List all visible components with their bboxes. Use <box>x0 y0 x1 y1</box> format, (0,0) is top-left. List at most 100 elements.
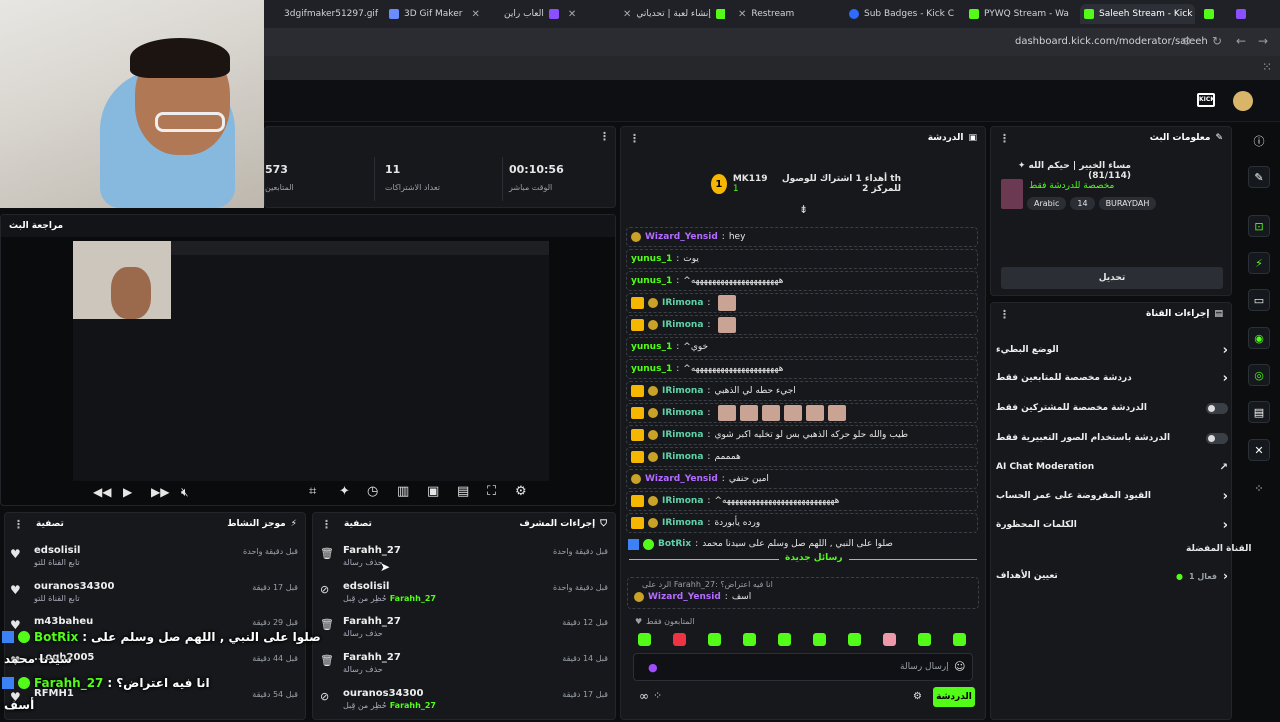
avatar[interactable] <box>1233 91 1253 111</box>
chat-message[interactable]: yunus_1: ^هههههههههههههههههههههه <box>626 359 978 379</box>
broadcast-icon[interactable]: ◎ <box>1248 364 1270 386</box>
chat-username[interactable]: IRimona <box>662 298 703 308</box>
emote-icon[interactable] <box>778 633 791 646</box>
chat-username[interactable]: Wizard_Yensid <box>648 592 721 602</box>
sparkles-icon[interactable]: ⁘ <box>653 689 662 702</box>
chat-username[interactable]: IRimona <box>662 518 703 528</box>
scroll-down-icon[interactable]: ⇟ <box>799 203 808 216</box>
mod-action-item[interactable]: ⊘ ouranos34300 حُظِر من قِبل Farahh_27 قبل 1… <box>320 688 610 722</box>
pip-icon[interactable]: ▣ <box>427 484 439 499</box>
chat-username[interactable]: IRimona <box>662 408 703 418</box>
mod-action-username[interactable]: Farahh_27 <box>343 652 401 663</box>
browser-tab[interactable]: العاب راين ✕ <box>500 4 610 24</box>
chat-message[interactable]: IRimona: اجيء حطه لي الذهبي <box>626 381 978 401</box>
chat-username[interactable]: IRimona <box>662 320 703 330</box>
chat-username[interactable]: IRimona <box>662 452 703 462</box>
mod-action-item[interactable]: 🗑︎ Farahh_27 حذف رسالة قبل 14 دقيقة <box>320 652 610 686</box>
play-icon[interactable]: ▶ <box>123 485 132 499</box>
category-name[interactable]: مخصصة للدردشة فقط <box>1029 181 1114 191</box>
browser-tab[interactable] <box>1200 4 1230 24</box>
more-options-icon[interactable]: ⋮ <box>321 518 332 531</box>
mod-action-username[interactable]: Farahh_27 <box>343 545 401 556</box>
layers-icon[interactable]: ▤ <box>1248 401 1270 423</box>
channel-action-item[interactable]: الدردشة مخصصة للمشتركين فقط <box>996 398 1228 418</box>
chat-input[interactable]: ● إرسال رسالة ☺ <box>633 653 973 681</box>
more-apps-icon[interactable]: ⁘ <box>1248 477 1270 499</box>
video-player[interactable] <box>73 241 549 481</box>
mod-action-item[interactable]: ⊘ edsolisil حُظِر من قِبل Farahh_27 قبل دقيق… <box>320 581 610 615</box>
chat-username[interactable]: Wizard_Yensid <box>645 474 718 484</box>
chat-username[interactable]: BotRix <box>658 539 691 549</box>
tag-chip[interactable]: 14 <box>1070 197 1095 210</box>
more-options-icon[interactable]: ⋮ <box>599 130 610 143</box>
filter-button[interactable]: تصفية <box>36 519 64 529</box>
send-button[interactable]: الدردشة <box>933 687 975 707</box>
chat-message[interactable]: IRimona: <box>626 315 978 335</box>
channel-action-item[interactable]: الكلمات المحظورة › <box>996 515 1228 535</box>
channel-action-item[interactable]: الوضع البطيء › <box>996 340 1228 360</box>
mod-action-username[interactable]: Farahh_27 <box>343 616 401 627</box>
chat-message[interactable]: IRimona: <box>626 293 978 313</box>
filter-button[interactable]: تصفية <box>344 519 372 529</box>
emoji-icon[interactable]: ☺ <box>954 660 965 673</box>
fullscreen-icon[interactable]: ⛶ <box>487 484 496 499</box>
edit-icon[interactable]: ✎ <box>1248 166 1270 188</box>
chat-message[interactable]: IRimona: همممم <box>626 447 978 467</box>
browser-tab[interactable]: 3dgifmaker51297.gif <box>280 4 380 24</box>
chat-message[interactable]: IRimona: ورده يأبوردة <box>626 513 978 533</box>
emote-icon[interactable] <box>813 633 826 646</box>
browser-tab-active[interactable]: Saleeh Stream - Kick <box>1080 4 1195 24</box>
close-icon[interactable]: ✕ <box>471 9 479 20</box>
browser-tab[interactable]: Sub Badges - Kick C <box>845 4 955 24</box>
activity-username[interactable]: m43baheu <box>34 616 93 627</box>
crop-icon[interactable]: ⌗ <box>309 484 316 499</box>
mod-action-moderator[interactable]: Farahh_27 <box>390 594 436 603</box>
chat-username[interactable]: IRimona <box>662 386 703 396</box>
bolt-icon[interactable]: ⚡ <box>1248 252 1270 274</box>
activity-username[interactable]: edsolisil <box>34 545 80 556</box>
reload-icon[interactable]: ↻ <box>1212 34 1222 48</box>
channel-action-item[interactable]: الدردشة باستخدام الصور التعبيرية فقط <box>996 428 1228 448</box>
more-options-icon[interactable]: ⋮ <box>629 132 640 145</box>
emote-icon[interactable] <box>918 633 931 646</box>
chat-message[interactable]: IRimona: طيب والله حلو حركه الذهبي بس لو … <box>626 425 978 445</box>
tag-chip[interactable]: Arabic <box>1027 197 1067 210</box>
channel-action-item[interactable]: AI Chat Moderation ↗ <box>996 457 1228 477</box>
emote-icon[interactable] <box>673 633 686 646</box>
activity-username[interactable]: ouranos34300 <box>34 581 114 592</box>
emote-bar[interactable] <box>627 633 983 649</box>
more-options-icon[interactable]: ⋮ <box>13 518 24 531</box>
chart-icon[interactable]: ▥ <box>397 484 409 499</box>
channel-action-item[interactable]: القيود المفروضة على عمر الحساب › <box>996 486 1228 506</box>
chat-username[interactable]: Wizard_Yensid <box>645 232 718 242</box>
chat-username[interactable]: yunus_1 <box>631 342 672 352</box>
theater-icon[interactable]: ▤ <box>457 484 469 499</box>
edit-button[interactable]: تحديل <box>1001 267 1223 289</box>
mic-icon[interactable]: ● <box>648 661 658 674</box>
mod-action-username[interactable]: edsolisil <box>343 581 436 592</box>
emote-icon[interactable] <box>743 633 756 646</box>
settings-icon[interactable]: ⚙ <box>515 484 527 499</box>
browser-tab[interactable]: PYWQ Stream - Wa <box>965 4 1075 24</box>
grid-icon[interactable]: ⁙ <box>1262 60 1272 74</box>
chat-message[interactable]: yunus_1: يوت <box>626 249 978 269</box>
browser-tab[interactable]: 3D Gif Maker ✕ <box>385 4 495 24</box>
chat-message[interactable]: IRimona: <box>626 403 978 423</box>
emote-icon[interactable] <box>638 633 651 646</box>
emote-icon[interactable] <box>953 633 966 646</box>
browser-tab[interactable]: ✕ إنشاء لعبة | تحدياتي <box>615 4 725 24</box>
chat-bubble-icon[interactable]: ◉ <box>1248 327 1270 349</box>
tools-icon[interactable]: ✕ <box>1248 439 1270 461</box>
url-text[interactable]: dashboard.kick.com/moderator/saleeh <box>1015 36 1208 47</box>
activity-item[interactable]: ♥ RFMH1 قبل 54 دقيقة <box>10 688 300 722</box>
chat-message[interactable]: IRimona: ^هههههههههههههههههههههههههههه <box>626 491 978 511</box>
settings-icon[interactable]: ⚙ <box>913 691 922 702</box>
infinity-icon[interactable]: ∞ <box>639 689 649 703</box>
clock-icon[interactable]: ◷ <box>367 484 378 499</box>
activity-item[interactable]: ♥ edsolisil تابع القناة للتو قبل دقيقة واحد… <box>10 545 300 579</box>
sparkle-icon[interactable]: ✦ <box>339 484 350 499</box>
toggle-switch[interactable] <box>1206 402 1228 414</box>
document-icon[interactable]: ▭ <box>1248 289 1270 311</box>
toggle-switch[interactable] <box>1206 432 1228 444</box>
kick-logo-icon[interactable]: KICK <box>1197 93 1215 107</box>
